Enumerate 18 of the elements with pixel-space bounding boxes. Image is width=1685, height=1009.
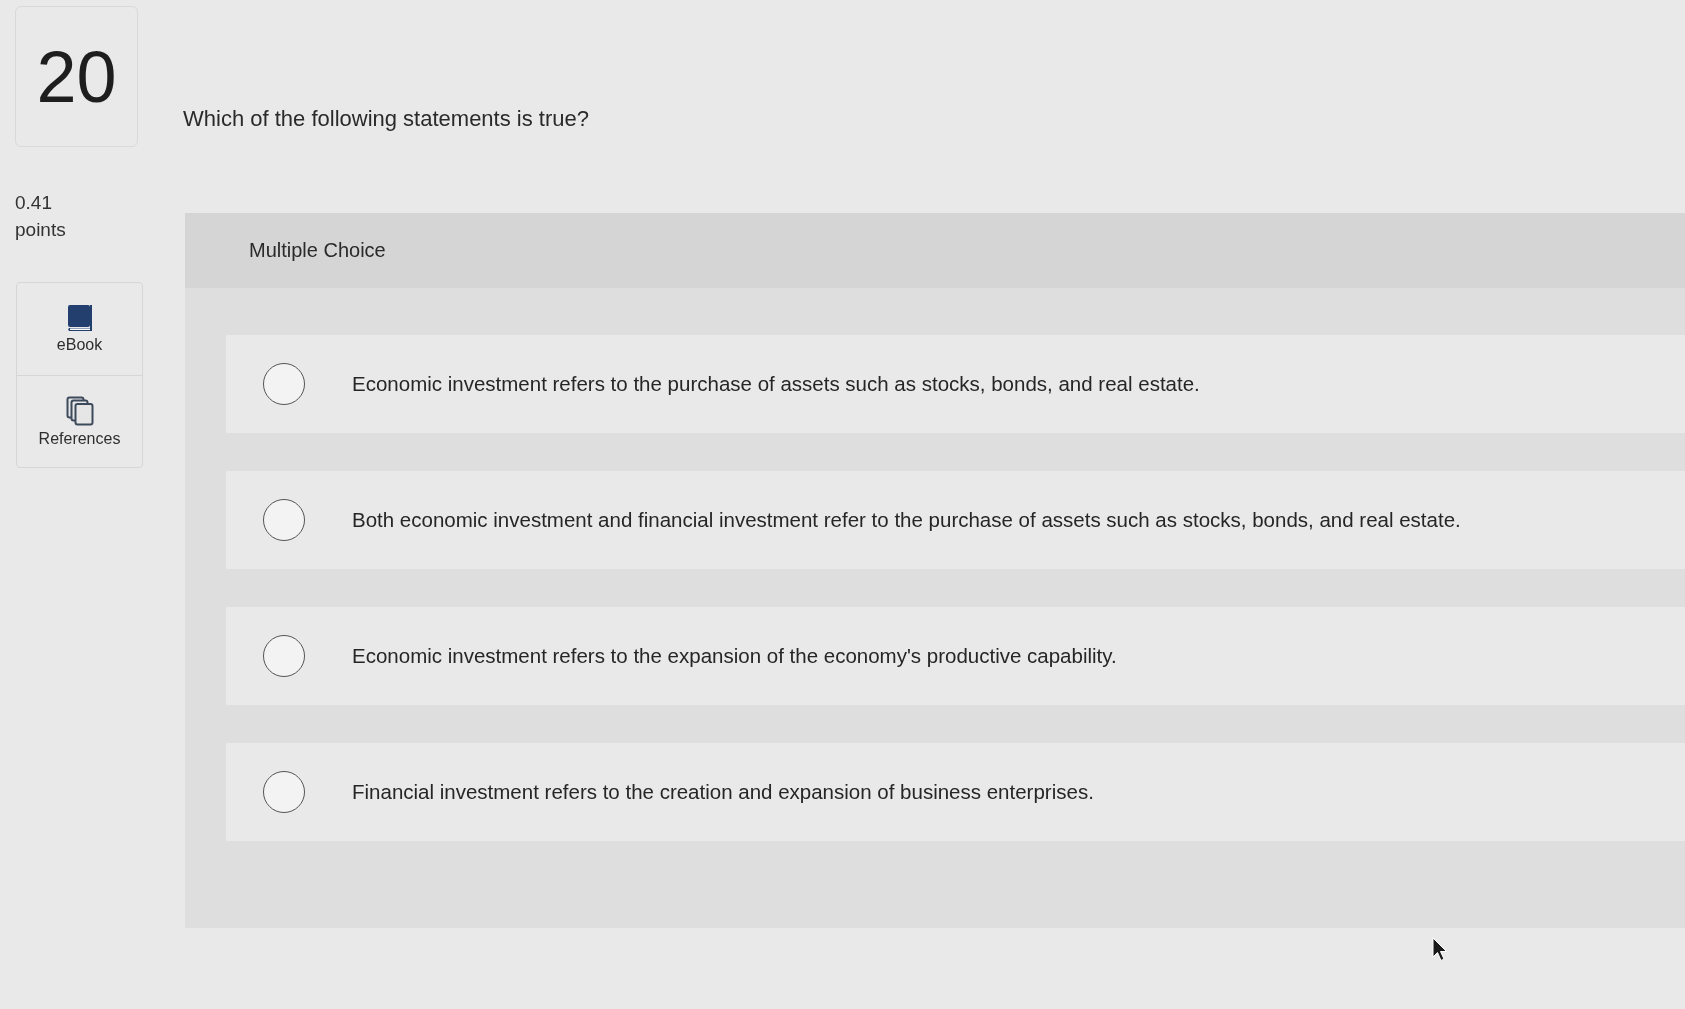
answer-option[interactable]: Economic investment refers to the expansion of the economy's productive capability. (226, 607, 1685, 705)
mouse-pointer-icon (1432, 937, 1448, 962)
radio-button[interactable] (263, 499, 305, 541)
stacked-pages-icon (65, 395, 94, 426)
points-value: 0.41 (15, 191, 52, 215)
radio-button[interactable] (263, 363, 305, 405)
answer-option[interactable]: Both economic investment and financial investment refer to the purchase of assets such as stocks, bonds, and real estate. (226, 471, 1685, 569)
references-button[interactable]: References (17, 375, 142, 467)
question-type-label: Multiple Choice (249, 239, 386, 262)
ebook-button[interactable]: eBook (17, 283, 142, 375)
answer-option[interactable]: Economic investment refers to the purchase of assets such as stocks, bonds, and real estate. (226, 335, 1685, 433)
question-text: Which of the following statements is true? (183, 106, 589, 132)
radio-button[interactable] (263, 771, 305, 813)
question-number: 20 (36, 41, 117, 113)
answer-option[interactable]: Financial investment refers to the creation and expansion of business enterprises. (226, 743, 1685, 841)
book-icon (66, 304, 93, 332)
points-label: points (15, 218, 66, 242)
radio-button[interactable] (263, 635, 305, 677)
